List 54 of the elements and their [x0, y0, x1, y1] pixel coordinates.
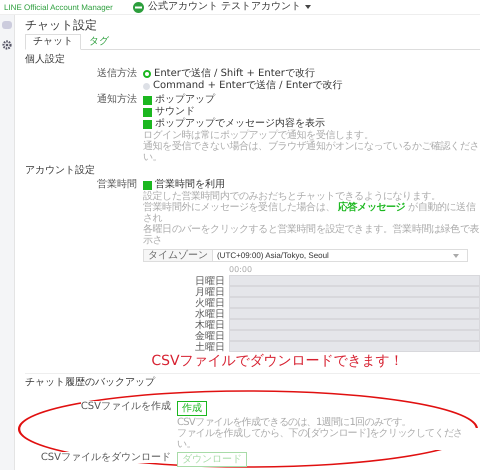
link[interactable]: 応答メッセージ [338, 202, 406, 213]
section-heading: チャット履歴のバックアップ [25, 373, 480, 389]
timezone-dropdown[interactable]: (UTC+09:00) Asia/Tokyo, Seoul [213, 249, 468, 262]
radio-button[interactable] [143, 82, 150, 90]
day-label: 金曜日 [194, 329, 225, 342]
field-label: 営業時間 [96, 179, 137, 192]
hours-bar[interactable] [229, 319, 480, 330]
caret-icon[interactable] [304, 5, 311, 9]
help-text: 営業時間外にメッセージを受信した場合は、 応答メッセージ が自動的に送信され [143, 202, 476, 224]
option-label: Enterで送信 / Shift + Enterで改行 [154, 68, 315, 80]
tab[interactable]: チャット [25, 34, 81, 50]
timezone-label: タイムゾーン [143, 249, 213, 262]
option-label: サウンド [155, 106, 195, 118]
hours-bar[interactable] [229, 330, 480, 341]
day-label: 日曜日 [194, 274, 225, 286]
field-label: CSVファイルをダウンロード [40, 452, 171, 463]
checkbox[interactable] [143, 96, 152, 104]
annotation-text: CSVファイルでダウンロードできます！ [150, 353, 405, 370]
logo-text: LINE Official Account Manager [4, 2, 113, 12]
radio-button[interactable] [143, 70, 151, 78]
help-text: ログイン時は常にポップアップで通知を受信します。 [143, 130, 374, 141]
create-button[interactable]: 作成 [177, 401, 207, 416]
help-text: ファイルを作成してから、下の[ダウンロード]をクリックしてください。 [177, 428, 480, 450]
section-heading: アカウント設定 [25, 165, 96, 177]
option-label: ポップアップでメッセージ内容を表示 [155, 118, 325, 130]
option-label: Command + Enterで送信 / Enterで改行 [153, 80, 343, 92]
field-label: 送信方法 [96, 68, 137, 81]
option-label: 営業時間を利用 [155, 179, 225, 190]
day-label: 土曜日 [194, 340, 225, 354]
hours-bar[interactable] [229, 308, 480, 319]
help-text: 通知を受信できない場合は、ブラウザ通知がオンになっているかご確認ください。 [143, 141, 480, 163]
checkbox[interactable] [143, 180, 152, 190]
option-label: ポップアップ [155, 94, 215, 106]
day-label: 月曜日 [194, 285, 225, 298]
time-label: 00:00 [229, 265, 252, 274]
account-selector[interactable]: 公式アカウント テストアカウント [148, 1, 301, 13]
hours-bar[interactable] [229, 341, 480, 352]
checkbox[interactable] [143, 120, 152, 128]
checkbox[interactable] [143, 108, 152, 116]
day-label: 水曜日 [194, 307, 225, 320]
settings-icon[interactable] [2, 40, 12, 50]
page-title: チャット設定 [25, 18, 98, 32]
day-label: 火曜日 [194, 296, 225, 308]
field-label: 通知方法 [96, 94, 137, 107]
field-label: CSVファイルを作成 [80, 401, 171, 412]
help-text: 各曜日のバーをクリックすると営業時間を設定できます。営業時間は緑色で表示さ [143, 224, 480, 246]
hours-bar[interactable] [229, 297, 480, 308]
hours-bar[interactable] [229, 275, 480, 286]
section-heading: 個人設定 [25, 54, 66, 66]
hours-bar[interactable] [229, 286, 480, 297]
chat-icon[interactable] [2, 21, 12, 30]
tab[interactable]: タグ [81, 34, 117, 50]
day-label: 木曜日 [194, 318, 225, 330]
help-text: 設定した営業時間内でのみおだちとチャットできるようになります。 [143, 191, 442, 202]
